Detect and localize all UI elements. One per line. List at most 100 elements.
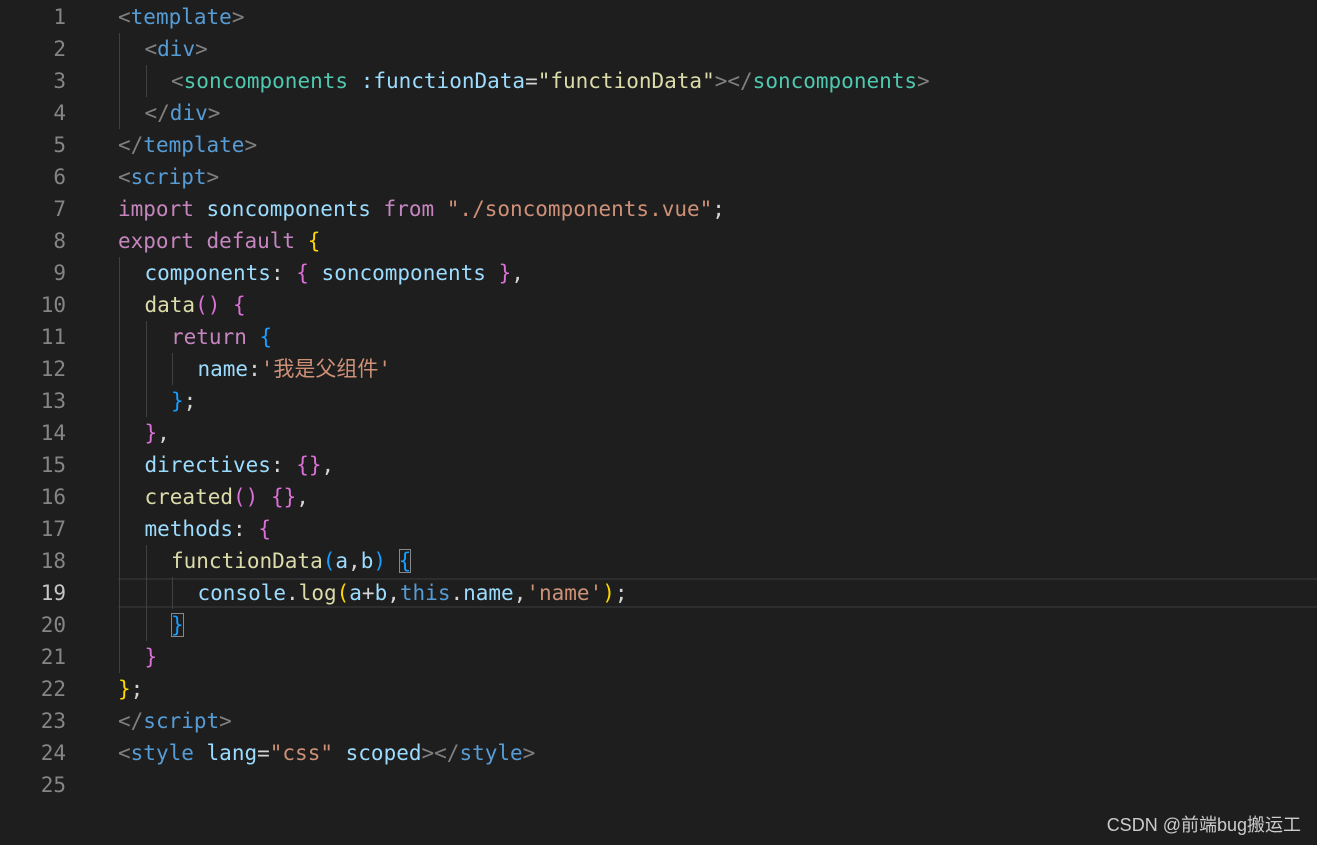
code-text[interactable]: import soncomponents from "./soncomponen… <box>118 193 725 225</box>
code-text[interactable]: </div> <box>145 97 221 129</box>
code-token: . <box>286 581 299 605</box>
code-line[interactable]: 9 components: { soncomponents }, <box>0 257 1317 289</box>
code-line[interactable]: 10 data() { <box>0 289 1317 321</box>
line-number: 9 <box>53 261 66 285</box>
code-line[interactable]: 11 return { <box>0 321 1317 353</box>
code-text[interactable]: components: { soncomponents }, <box>145 257 524 289</box>
line-number: 18 <box>40 549 66 573</box>
code-token: , <box>387 581 400 605</box>
line-number: 15 <box>40 453 66 477</box>
code-token: + <box>361 581 375 605</box>
code-line[interactable]: 19 console.log(a+b,this.name,'name'); <box>0 577 1317 609</box>
code-line[interactable]: 13}; <box>0 385 1317 417</box>
code-token: soncomponents <box>206 197 371 221</box>
code-token: console <box>197 581 287 605</box>
code-token: from <box>383 197 435 221</box>
code-text[interactable]: } <box>145 641 158 673</box>
code-line[interactable]: 20} <box>0 609 1317 641</box>
code-token: template <box>143 133 245 157</box>
code-token: , <box>157 421 170 445</box>
indent-guide <box>119 385 120 417</box>
indent-guide <box>119 289 120 321</box>
code-line[interactable]: 18 functionData(a,b) { <box>0 545 1317 577</box>
line-number: 10 <box>40 293 66 317</box>
code-token: {} <box>270 485 297 509</box>
code-token: b <box>374 581 388 605</box>
code-line[interactable]: 25 <box>0 769 1317 801</box>
code-text[interactable]: data() { <box>145 289 246 321</box>
code-text[interactable]: functionData(a,b) { <box>171 545 412 577</box>
code-text[interactable]: console.log(a+b,this.name,'name'); <box>198 577 628 609</box>
code-text[interactable]: name:'我是父组件' <box>198 353 392 385</box>
code-text[interactable]: <div> <box>145 33 208 65</box>
code-text[interactable]: }; <box>171 385 196 417</box>
indent-guide <box>119 353 120 385</box>
line-number: 16 <box>40 485 66 509</box>
code-text[interactable]: export default { <box>118 225 320 257</box>
code-token: import <box>118 197 194 221</box>
code-line[interactable]: 2 <div> <box>0 33 1317 65</box>
code-text[interactable]: return { <box>171 321 272 353</box>
code-text[interactable]: <template> <box>118 1 244 33</box>
code-token: name <box>197 357 249 381</box>
code-token: } <box>118 677 131 701</box>
code-text[interactable]: <script> <box>118 161 219 193</box>
code-token: } <box>144 421 158 445</box>
indent-guide <box>119 321 120 353</box>
code-token: style <box>459 741 523 765</box>
line-number: 22 <box>40 677 66 701</box>
code-line[interactable]: 24 <style lang="css" scoped></style> <box>0 737 1317 769</box>
code-token: components <box>144 261 271 285</box>
code-line[interactable]: 5 </template> <box>0 129 1317 161</box>
code-text[interactable]: methods: { <box>145 513 271 545</box>
code-line[interactable]: 6 <script> <box>0 161 1317 193</box>
code-token: ; <box>130 677 144 701</box>
code-token: > <box>206 165 220 189</box>
code-text[interactable]: <style lang="css" scoped></style> <box>118 737 535 769</box>
code-token: ></ <box>714 69 753 93</box>
line-number: 17 <box>40 517 66 541</box>
code-line[interactable]: 16 created() {}, <box>0 481 1317 513</box>
code-line[interactable]: 17 methods: { <box>0 513 1317 545</box>
code-editor[interactable]: 1 <template> 2 <div> 3 <soncomponents :functi… <box>0 0 1317 845</box>
code-line[interactable]: 7 import soncomponents from "./soncompone… <box>0 193 1317 225</box>
code-line[interactable]: 8 export default { <box>0 225 1317 257</box>
code-line[interactable]: 3 <soncomponents :functionData="functionD… <box>0 65 1317 97</box>
code-token: return <box>171 325 247 349</box>
code-line[interactable]: 23 </script> <box>0 705 1317 737</box>
indent-guide <box>145 353 147 385</box>
code-text[interactable]: directives: {}, <box>145 449 335 481</box>
code-line[interactable]: 4 </div> <box>0 97 1317 129</box>
code-token: { <box>259 325 273 349</box>
line-number: 1 <box>53 5 66 29</box>
code-text[interactable]: created() {}, <box>145 481 309 513</box>
code-line[interactable]: 14}, <box>0 417 1317 449</box>
indent-guide <box>119 609 120 641</box>
code-line[interactable]: 12 name:'我是父组件' <box>0 353 1317 385</box>
code-token: "css" <box>269 741 333 765</box>
code-line[interactable]: 15 directives: {}, <box>0 449 1317 481</box>
code-text[interactable]: } <box>171 609 184 641</box>
line-number: 21 <box>40 645 66 669</box>
watermark: CSDN @前端bug搬运工 <box>1106 815 1301 835</box>
indent-guide <box>119 257 120 289</box>
code-text[interactable]: </template> <box>118 129 257 161</box>
code-token: < <box>171 69 184 93</box>
code-text[interactable]: }, <box>145 417 170 449</box>
code-text[interactable]: }; <box>118 673 143 705</box>
indent-guide <box>145 545 147 577</box>
code-line[interactable]: 21} <box>0 641 1317 673</box>
code-token: directives <box>144 453 271 477</box>
code-text[interactable]: <soncomponents :functionData="functionDa… <box>171 65 930 97</box>
code-token: </ <box>144 101 170 125</box>
code-token: script <box>143 709 220 733</box>
code-line[interactable]: 22}; <box>0 673 1317 705</box>
code-token: </ <box>118 133 144 157</box>
code-token: > <box>207 101 221 125</box>
code-line[interactable]: 1 <template> <box>0 1 1317 33</box>
code-text[interactable]: </script> <box>118 705 232 737</box>
indent-guide <box>119 577 120 609</box>
